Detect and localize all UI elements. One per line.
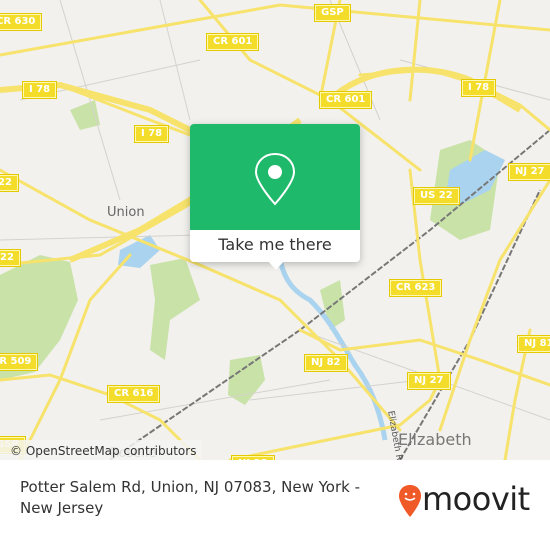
footer: Potter Salem Rd, Union, NJ 07083, New Yo… xyxy=(0,460,550,550)
road-shield-i78: I 78 xyxy=(21,81,58,99)
park-area xyxy=(228,355,265,405)
park-area xyxy=(70,100,100,130)
road-shield-i78: I 78 xyxy=(133,125,170,143)
road-shield-nj81: NJ 81 xyxy=(517,335,550,353)
take-me-there-button[interactable]: Take me there xyxy=(190,230,360,262)
park-area xyxy=(320,280,345,330)
map-pin-icon xyxy=(254,152,296,206)
park-area xyxy=(150,258,200,360)
road-shield-cr623: CR 623 xyxy=(388,279,443,297)
map-view[interactable]: Union Roselle Park Elizabeth Elizabeth R… xyxy=(0,0,550,460)
moovit-pin-icon xyxy=(399,485,421,517)
road-shield-nj27: NJ 27 xyxy=(407,372,451,390)
road-shield-us22: 22 xyxy=(0,174,19,192)
moovit-wordmark: moovit xyxy=(422,480,530,518)
road-shield-nj82: NJ 82 xyxy=(304,354,348,372)
road-shield-us22: 22 xyxy=(0,249,21,267)
road-shield-cr601: CR 601 xyxy=(205,33,260,51)
road-shield-us22: US 22 xyxy=(413,187,460,205)
address-text: Potter Salem Rd, Union, NJ 07083, New Yo… xyxy=(20,478,360,517)
road-shield-i78: I 78 xyxy=(460,79,497,97)
road-shield-gsp: GSP xyxy=(314,4,351,22)
location-popup[interactable]: Take me there xyxy=(190,124,360,270)
popup-pointer xyxy=(267,260,285,270)
road-shield-cr616: CR 616 xyxy=(106,385,161,403)
road-shield-cr630: CR 630 xyxy=(0,13,43,31)
place-label-union: Union xyxy=(107,205,145,220)
road-shield-cr601: CR 601 xyxy=(318,91,373,109)
place-label-elizabeth: Elizabeth xyxy=(398,430,472,449)
map-attribution[interactable]: © OpenStreetMap contributors xyxy=(0,440,203,460)
road-shield-nj27: NJ 27 xyxy=(508,163,550,181)
popup-header[interactable] xyxy=(190,124,360,230)
road-shield-cr509: CR 509 xyxy=(0,353,39,371)
